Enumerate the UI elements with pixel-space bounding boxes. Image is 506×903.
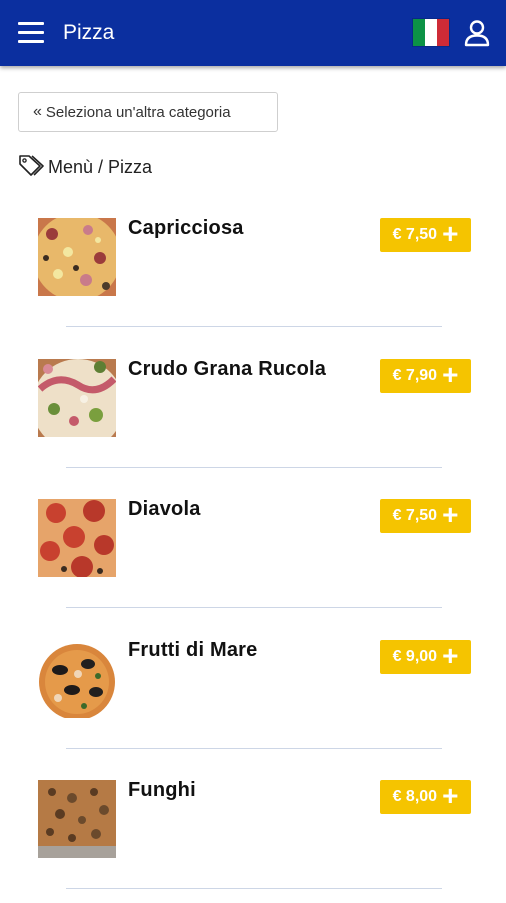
plus-icon: +	[442, 499, 459, 530]
pizza-crudo-grana-rucola-image	[38, 358, 116, 437]
back-button-label: Seleziona un'altra categoria	[45, 103, 231, 121]
divider	[66, 607, 442, 608]
pizza-diavola-image	[38, 499, 116, 577]
page-title: Pizza	[63, 21, 115, 44]
user-icon[interactable]	[462, 18, 492, 48]
breadcrumb-text: Menù / Pizza	[48, 156, 153, 177]
divider	[66, 888, 442, 889]
item-price: € 9,00	[392, 647, 438, 665]
item-name: Diavola	[128, 498, 201, 520]
item-name: Capricciosa	[128, 217, 244, 239]
item-price: € 7,50	[392, 507, 438, 524]
top-app-bar: Pizza	[0, 0, 506, 66]
divider	[66, 747, 442, 749]
item-name: Frutti di Mare	[128, 638, 258, 661]
italian-flag-icon[interactable]	[413, 19, 449, 46]
item-name: Funghi	[128, 779, 196, 801]
pizza-funghi-image	[38, 780, 116, 858]
plus-icon: +	[442, 639, 459, 671]
add-to-cart-button[interactable]: € 9,00 +	[380, 639, 471, 674]
hamburger-menu-icon[interactable]	[18, 22, 44, 44]
item-price: € 7,50	[392, 226, 438, 243]
list-item[interactable]: Diavola € 7,50 +	[0, 481, 506, 622]
item-price: € 7,90	[392, 366, 438, 384]
add-to-cart-button[interactable]: € 8,00 +	[380, 780, 471, 814]
menu-item-list: Capricciosa € 7,50 + Crudo Grana Rucola …	[0, 200, 506, 903]
double-chevron-left-icon: «	[33, 103, 42, 120]
pizza-frutti-di-mare-image	[38, 639, 116, 718]
list-item[interactable]: Frutti di Mare € 9,00 +	[0, 622, 506, 763]
list-item[interactable]: Funghi € 8,00 +	[0, 762, 506, 903]
add-to-cart-button[interactable]: € 7,90 +	[380, 358, 471, 393]
select-other-category-button[interactable]: « Seleziona un'altra categoria	[18, 92, 278, 132]
plus-icon: +	[442, 358, 459, 390]
plus-icon: +	[442, 780, 459, 811]
add-to-cart-button[interactable]: € 7,50 +	[380, 499, 471, 533]
breadcrumb: Menù / Pizza	[18, 154, 153, 181]
plus-icon: +	[442, 218, 459, 249]
item-name: Crudo Grana Rucola	[128, 357, 327, 380]
divider	[66, 326, 442, 327]
add-to-cart-button[interactable]: € 7,50 +	[380, 218, 471, 252]
pizza-capricciosa-image	[38, 218, 116, 296]
list-item[interactable]: Capricciosa € 7,50 +	[0, 200, 506, 341]
divider	[66, 466, 442, 468]
item-price: € 8,00	[392, 788, 438, 805]
list-item[interactable]: Crudo Grana Rucola € 7,90 +	[0, 341, 506, 482]
tag-icon	[18, 154, 48, 181]
